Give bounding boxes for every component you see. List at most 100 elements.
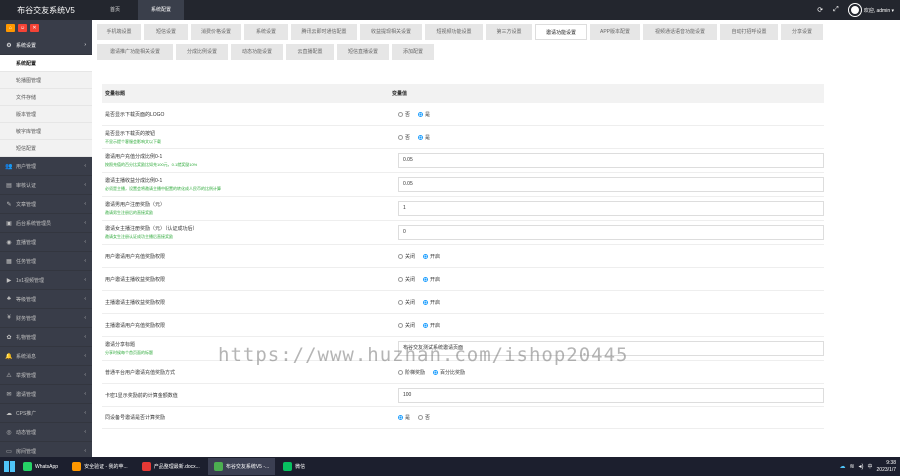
row-label: 用户邀请用户充值奖励权限 <box>105 253 166 260</box>
chevron-icon: ‹ <box>84 429 86 435</box>
sidebar-subitem[interactable]: 文件存储 <box>0 89 92 106</box>
radio-option[interactable]: 否 <box>418 414 430 421</box>
fullscreen-icon[interactable]: ⤢ <box>833 6 839 14</box>
wifi-icon[interactable]: ≋ <box>849 463 854 470</box>
radio-option[interactable]: 开启 <box>423 276 440 283</box>
sidebar-item[interactable]: ◎ 动态管理 ‹ <box>0 423 92 442</box>
sidebar-subitem[interactable]: 短信配置 <box>0 140 92 157</box>
radio-option[interactable]: 是 <box>418 111 430 118</box>
dynamic-icon: ◎ <box>6 429 12 436</box>
tab-button[interactable]: 分成比例设置 <box>176 44 228 60</box>
tab-button[interactable]: 云直播配置 <box>286 44 334 60</box>
radio-option[interactable]: 开启 <box>423 322 440 329</box>
user-menu[interactable]: 欢迎, admin ▾ <box>848 4 894 16</box>
sidebar-item[interactable]: ¥ 财务管理 ‹ <box>0 309 92 328</box>
tab-button[interactable]: 消费价格设置 <box>191 24 241 40</box>
taskbar-app[interactable]: 安全验证 - 我的苹... <box>66 458 134 475</box>
sidebar-item[interactable]: ▣ 后台系统管理员 ‹ <box>0 214 92 233</box>
value-input[interactable]: 0.05 <box>398 153 824 168</box>
sidebar-item[interactable]: ◉ 直播管理 ‹ <box>0 233 92 252</box>
sidebar-item[interactable]: 👥 用户管理 ‹ <box>0 157 92 176</box>
user-icon[interactable]: ☺ <box>18 24 27 32</box>
taskbar-app[interactable]: WhatsApp <box>17 458 64 475</box>
tab-button[interactable]: 自动打招呼设置 <box>720 24 778 40</box>
top-nav-item[interactable]: 系统配置 <box>138 0 184 20</box>
row-value-cell: 是否 <box>392 414 824 421</box>
taskbar-app[interactable]: 微信 <box>277 458 311 475</box>
tab-button[interactable]: 收益提现相关设置 <box>360 24 422 40</box>
radio-option[interactable]: 是 <box>418 134 430 141</box>
tab-button[interactable]: APP版本配置 <box>590 24 640 40</box>
tab-button[interactable]: 手机端设置 <box>97 24 141 40</box>
taskbar-app[interactable]: 布谷交友系统V5 -... <box>207 458 276 475</box>
sidebar-item[interactable]: ⚙ 系统设置 › <box>0 36 92 55</box>
sidebar-item[interactable]: ☁ CPS推广 ‹ <box>0 404 92 423</box>
radio-group: 关闭 开启 <box>398 299 824 306</box>
radio-label: 是 <box>425 134 431 141</box>
chevron-icon: ‹ <box>84 277 86 283</box>
sidebar-item[interactable]: ♣ 等级管理 ‹ <box>0 290 92 309</box>
trash-icon[interactable]: ✕ <box>30 24 39 32</box>
radio-option[interactable]: 开启 <box>423 299 440 306</box>
value-input[interactable]: 100 <box>398 387 824 403</box>
sidebar-item[interactable]: ▶ 1v1视频管理 ‹ <box>0 271 92 290</box>
sidebar-subitem[interactable]: 版本管理 <box>0 106 92 123</box>
sidebar-item[interactable]: ▦ 任务管理 ‹ <box>0 252 92 271</box>
windows-start-icon[interactable] <box>4 461 15 472</box>
tab-button[interactable]: 分享设置 <box>781 24 823 40</box>
radio-option[interactable]: 阶梯奖励 <box>398 369 425 376</box>
radio-option[interactable]: 否 <box>398 134 410 141</box>
sidebar-subitem[interactable]: 轮播图管理 <box>0 72 92 89</box>
table-row: 邀请用户充值分成比例0-1 按照充值的百分比奖励比如充100元，0.1就奖励10%… <box>102 149 824 173</box>
tab-button[interactable]: 邀请功能设置 <box>535 24 587 40</box>
ime-indicator[interactable]: 中 <box>868 463 873 470</box>
radio-option[interactable]: 关闭 <box>398 299 415 306</box>
chevron-icon: ‹ <box>84 182 86 188</box>
top-nav-item[interactable]: 首页 <box>92 0 138 20</box>
sidebar-item[interactable]: ✎ 文章管理 ‹ <box>0 195 92 214</box>
sidebar-item-label: 1v1视频管理 <box>16 277 45 284</box>
tab-button[interactable]: 视频通话语音功能设置 <box>643 24 717 40</box>
sidebar-item-label: 审核认证 <box>16 182 37 189</box>
tab-button[interactable]: 添加配置 <box>392 44 434 60</box>
value-input[interactable]: 0 <box>398 225 824 240</box>
volume-icon[interactable]: ◂) <box>859 463 864 470</box>
refresh-icon[interactable]: ⟳ <box>817 6 823 14</box>
radio-option[interactable]: 开启 <box>423 253 440 260</box>
tab-button[interactable]: 腾讯云即时通信配置 <box>291 24 357 40</box>
sidebar-item[interactable]: ⚠ 举报管理 ‹ <box>0 366 92 385</box>
radio-option[interactable]: 是 <box>398 414 410 421</box>
tab-button[interactable]: 邀请推广功能相关设置 <box>97 44 173 60</box>
value-input[interactable]: 0.05 <box>398 177 824 192</box>
radio-option[interactable]: 百分比奖励 <box>433 369 465 376</box>
clock[interactable]: 9:38 2023/1/7 <box>877 460 896 474</box>
tab-button[interactable]: 系统设置 <box>244 24 288 40</box>
row-title-cell: 邀请主播收益分成比例0-1 必须是主播，设置会将邀请主播中配置的转化成人民币的比例… <box>102 177 392 192</box>
sidebar-item[interactable]: ▤ 审核认证 ‹ <box>0 176 92 195</box>
clock-time: 9:38 <box>886 459 896 466</box>
radio-option[interactable]: 否 <box>398 111 410 118</box>
cloud-icon[interactable]: ☁ <box>839 463 845 470</box>
tab-button[interactable]: 短信设置 <box>144 24 188 40</box>
sidebar-item[interactable]: 🔔 系统消息 ‹ <box>0 347 92 366</box>
sidebar-subitem[interactable]: 系统配置 <box>0 55 92 72</box>
tab-button[interactable]: 短信直播设置 <box>337 44 389 60</box>
tab-button[interactable]: 短视频功能设置 <box>425 24 483 40</box>
radio-group: 否是 <box>398 134 824 141</box>
value-input[interactable]: 1 <box>398 201 824 216</box>
radio-option[interactable]: 关闭 <box>398 276 415 283</box>
report-icon: ⚠ <box>6 372 12 379</box>
row-label: 普通平台用户邀请充值奖励方式 <box>105 369 176 376</box>
sidebar-item[interactable]: ✉ 邀请管理 ‹ <box>0 385 92 404</box>
sidebar-subitem[interactable]: 敏字库管理 <box>0 123 92 140</box>
sidebar-item[interactable]: ▭ 房间管理 ‹ <box>0 442 92 457</box>
tab-button[interactable]: 动态功能设置 <box>231 44 283 60</box>
radio-option[interactable]: 关闭 <box>398 322 415 329</box>
row-value-cell: 关闭 开启 <box>392 276 824 283</box>
taskbar-app[interactable]: 产品整理最新.docx... <box>136 458 206 475</box>
radio-label: 否 <box>425 415 431 421</box>
home-icon[interactable]: ⌂ <box>6 24 15 32</box>
tab-button[interactable]: 第三方设置 <box>486 24 532 40</box>
radio-option[interactable]: 关闭 <box>398 253 415 260</box>
sidebar-item[interactable]: ✿ 礼物管理 ‹ <box>0 328 92 347</box>
